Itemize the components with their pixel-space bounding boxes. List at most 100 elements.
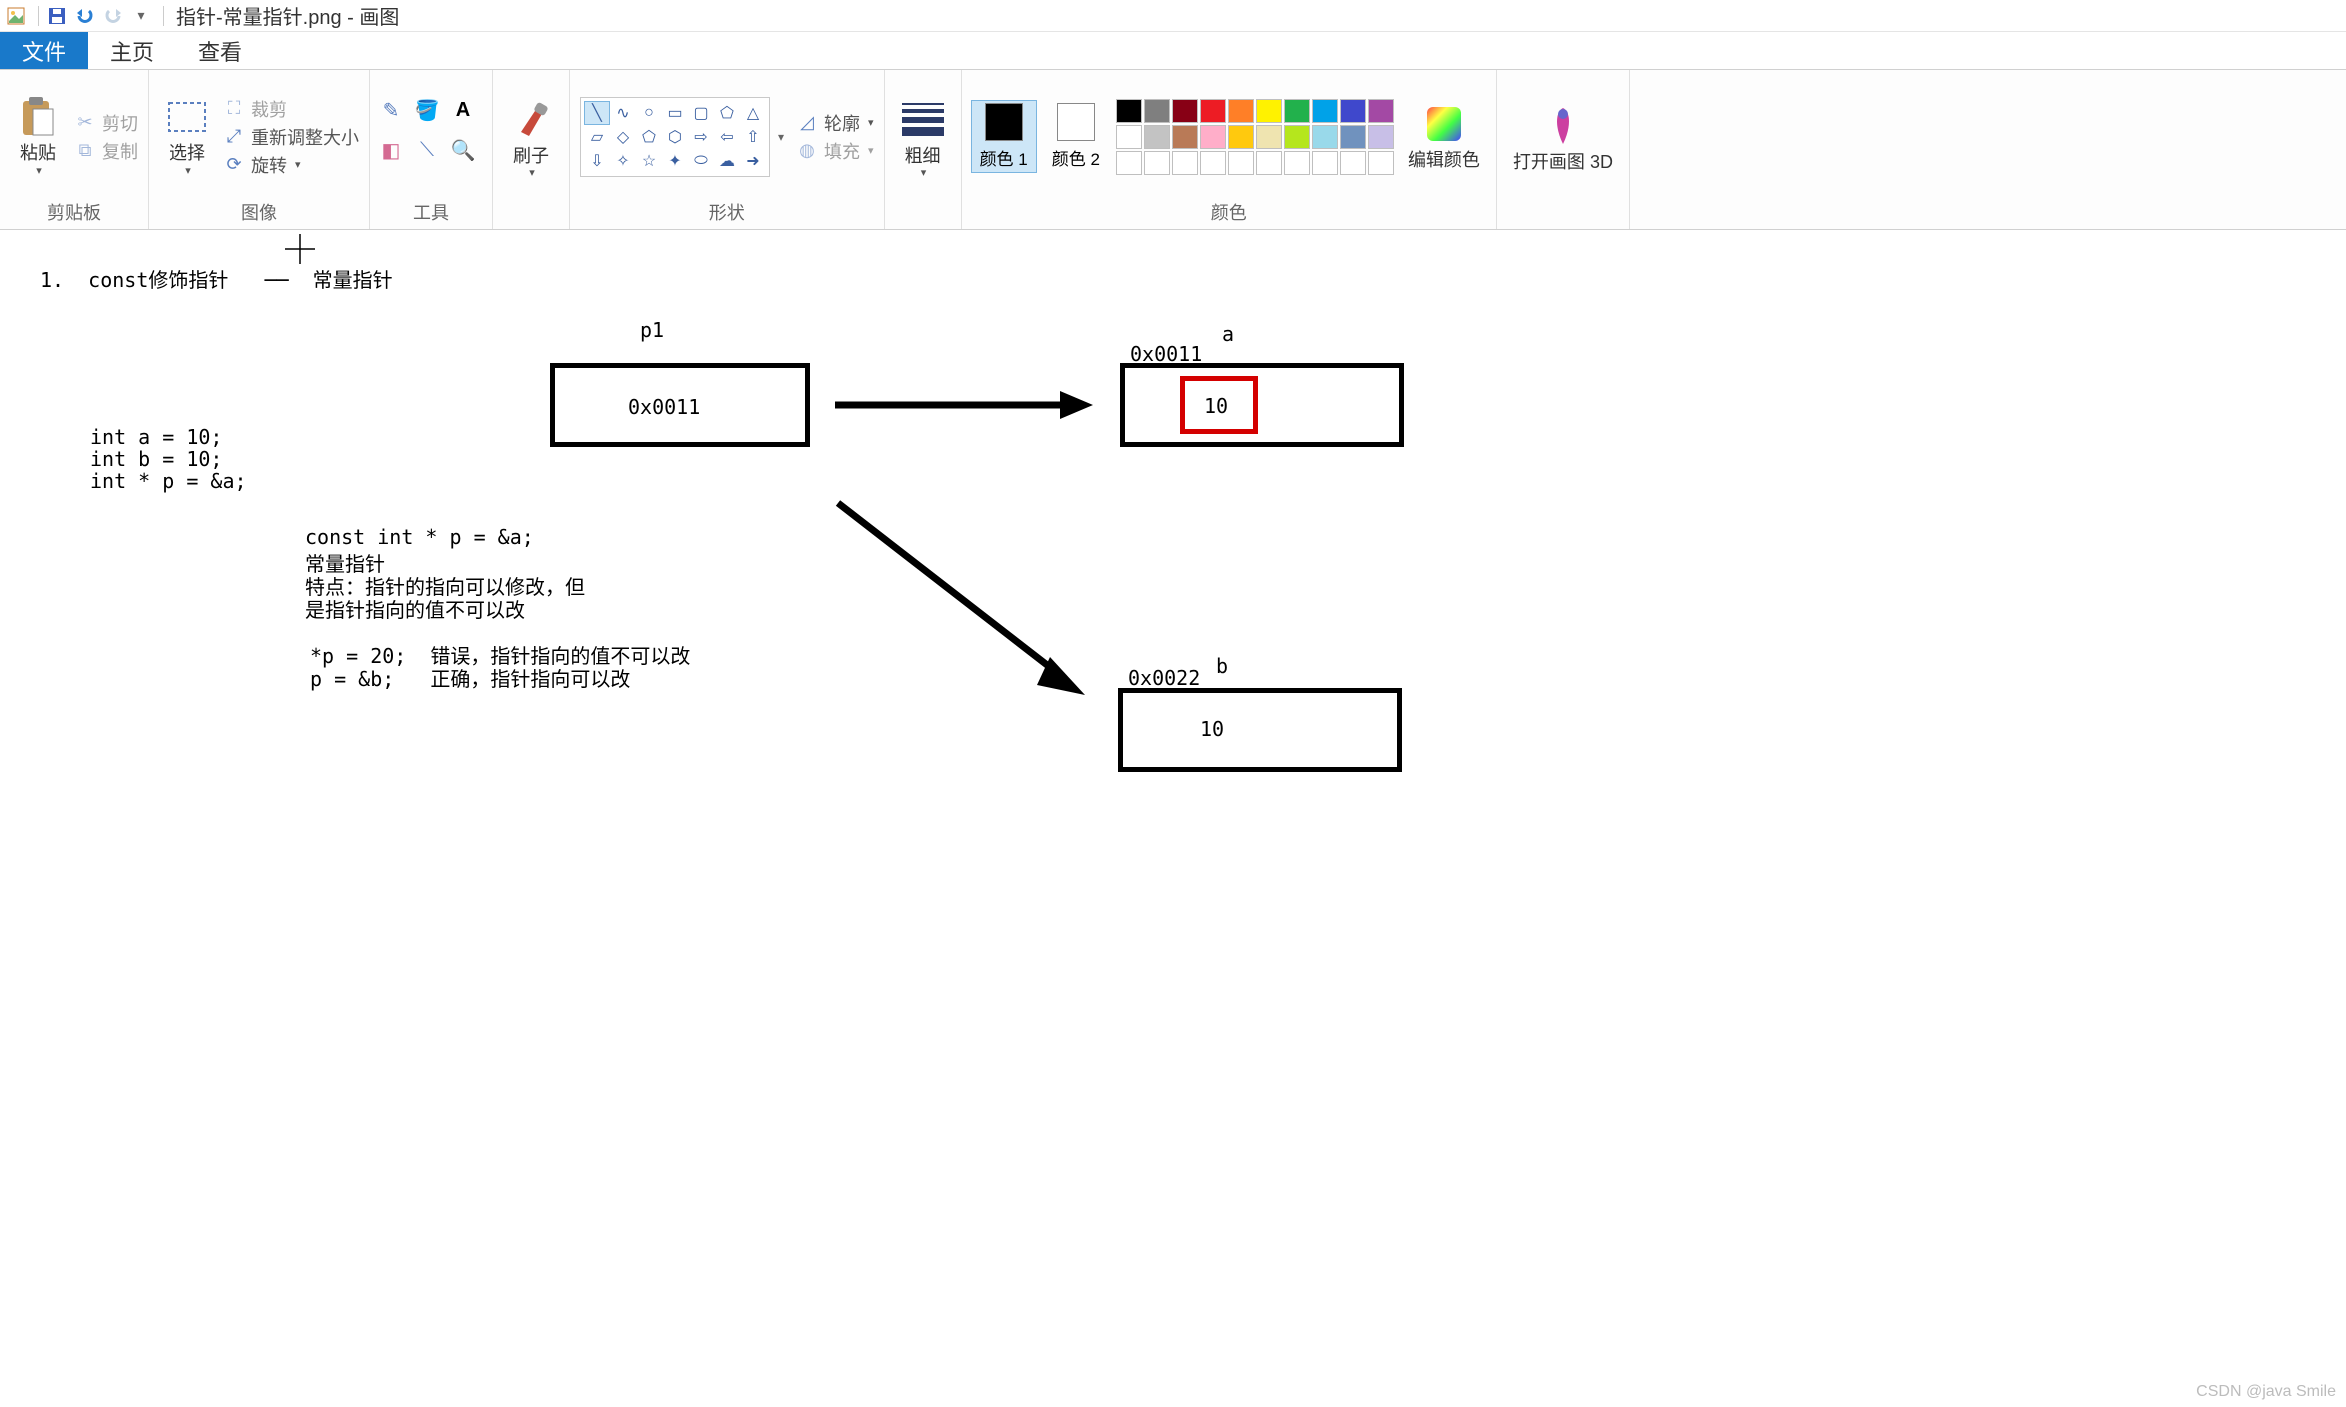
color2-well[interactable]: 颜色 2: [1044, 101, 1108, 172]
color-swatch-empty[interactable]: [1256, 151, 1282, 175]
fill-icon: ◍: [796, 140, 818, 162]
color-swatch[interactable]: [1144, 99, 1170, 123]
color-swatch-empty[interactable]: [1368, 151, 1394, 175]
paste-icon: [16, 95, 60, 139]
shapes-gallery[interactable]: ╲∿○▭▢⬠△ ▱◇⬠⬡⇨⇦⇧ ⇩✧☆✦⬭☁➜: [580, 97, 770, 177]
color-swatch[interactable]: [1116, 99, 1142, 123]
color-swatch[interactable]: [1368, 125, 1394, 149]
cut-icon: ✂: [74, 112, 96, 134]
b-addr: 0x0022: [1128, 666, 1200, 690]
b-value: 10: [1200, 717, 1224, 741]
eraser-icon[interactable]: ◧: [380, 140, 402, 162]
color-swatch-empty[interactable]: [1312, 151, 1338, 175]
color-swatch-empty[interactable]: [1172, 151, 1198, 175]
a-value: 10: [1204, 394, 1228, 418]
b-label: b: [1216, 654, 1228, 678]
color-swatch[interactable]: [1312, 125, 1338, 149]
bucket-icon[interactable]: 🪣: [416, 100, 438, 122]
rotate-button[interactable]: ⟳ 旋转▾: [223, 151, 359, 179]
ribbon-tabs: 文件 主页 查看: [0, 32, 2346, 70]
window-title: 指针-常量指针.png - 画图: [176, 1, 399, 30]
color1-well[interactable]: 颜色 1: [972, 101, 1036, 172]
paste-label: 粘贴: [20, 143, 56, 165]
crop-icon: ⛶: [223, 98, 245, 120]
shapes-more-icon[interactable]: ▾: [778, 74, 784, 199]
b-box: [1118, 688, 1402, 772]
color-swatch[interactable]: [1228, 99, 1254, 123]
color-swatch[interactable]: [1256, 125, 1282, 149]
titlebar: ▾ 指针-常量指针.png - 画图: [0, 0, 2346, 32]
color-swatch[interactable]: [1144, 125, 1170, 149]
cut-button[interactable]: ✂ 剪切: [74, 109, 138, 137]
color-swatch-empty[interactable]: [1200, 151, 1226, 175]
decl-a: int a = 10;: [90, 425, 222, 449]
tab-file[interactable]: 文件: [0, 32, 88, 69]
paint3d-button[interactable]: 打开画图 3D: [1507, 100, 1619, 178]
heading-text: 1. const修饰指针 ── 常量指针: [40, 264, 393, 293]
qat-customize-icon[interactable]: ▾: [129, 4, 153, 28]
brush-icon: [509, 98, 553, 142]
color-swatch[interactable]: [1340, 99, 1366, 123]
outline-icon: ◿: [796, 112, 818, 134]
color-swatch[interactable]: [1200, 125, 1226, 149]
color-swatch[interactable]: [1340, 125, 1366, 149]
fill-button[interactable]: ◍ 填充▾: [796, 137, 874, 165]
color-swatch[interactable]: [1312, 99, 1338, 123]
resize-icon: ⤢: [223, 126, 245, 148]
color-swatch[interactable]: [1172, 99, 1198, 123]
color-swatch-empty[interactable]: [1284, 151, 1310, 175]
resize-button[interactable]: ⤢ 重新调整大小: [223, 123, 359, 151]
size-icon: [901, 98, 945, 142]
group-colors: 颜色 1 颜色 2 编辑颜色 颜色: [962, 70, 1497, 229]
color-swatch-empty[interactable]: [1228, 151, 1254, 175]
picker-icon[interactable]: ⟍: [416, 140, 438, 162]
group-size: 粗细 ▾: [885, 70, 962, 229]
color-swatch[interactable]: [1172, 125, 1198, 149]
color-swatch-empty[interactable]: [1144, 151, 1170, 175]
edit-colors-button[interactable]: 编辑颜色: [1402, 98, 1486, 176]
undo-icon[interactable]: [73, 4, 97, 28]
paint3d-icon: [1541, 104, 1585, 148]
outline-button[interactable]: ◿ 轮廓▾: [796, 109, 874, 137]
crop-button[interactable]: ⛶ 裁剪: [223, 95, 359, 123]
edit-colors-icon: [1422, 102, 1466, 146]
color-swatch[interactable]: [1256, 99, 1282, 123]
color-swatch[interactable]: [1284, 125, 1310, 149]
copy-button[interactable]: ⧉ 复制: [74, 137, 138, 165]
brush-button[interactable]: 刷子 ▾: [503, 94, 559, 185]
color-swatch[interactable]: [1284, 99, 1310, 123]
text-icon[interactable]: A: [452, 100, 474, 122]
color-palette[interactable]: [1116, 99, 1394, 175]
arrow-diag-icon: [830, 495, 1090, 705]
watermark: CSDN @java Smile: [2196, 1383, 2336, 1401]
a-box: [1120, 363, 1404, 447]
pencil-icon[interactable]: ✎: [380, 100, 402, 122]
color-swatch-empty[interactable]: [1116, 151, 1142, 175]
err-line-2: p = &b; 正确，指针指向可以改: [310, 663, 630, 692]
group-image-label: 图像: [159, 199, 359, 229]
color-swatch[interactable]: [1368, 99, 1394, 123]
magnifier-icon[interactable]: 🔍: [452, 140, 474, 162]
tab-view[interactable]: 查看: [176, 32, 264, 69]
app-icon: [4, 4, 28, 28]
color-swatch[interactable]: [1200, 99, 1226, 123]
color-swatch[interactable]: [1116, 125, 1142, 149]
copy-icon: ⧉: [74, 140, 96, 162]
color-swatch[interactable]: [1228, 125, 1254, 149]
canvas[interactable]: 1. const修饰指针 ── 常量指针 int a = 10; int b =…: [0, 230, 2346, 1407]
size-button[interactable]: 粗细 ▾: [895, 94, 951, 185]
tab-home[interactable]: 主页: [88, 32, 176, 69]
const-decl: const int * p = &a;: [305, 525, 534, 549]
p1-value: 0x0011: [628, 395, 700, 419]
group-brush: 刷子 ▾: [493, 70, 570, 229]
group-colors-label: 颜色: [972, 199, 1486, 229]
save-icon[interactable]: [45, 4, 69, 28]
paste-button[interactable]: 粘贴 ▾: [10, 91, 66, 182]
redo-icon[interactable]: [101, 4, 125, 28]
const-feature-2: 是指针指向的值不可以改: [305, 594, 525, 623]
select-button[interactable]: 选择 ▾: [159, 91, 215, 182]
group-shapes: ╲∿○▭▢⬠△ ▱◇⬠⬡⇨⇦⇧ ⇩✧☆✦⬭☁➜ ▾ ◿ 轮廓▾ ◍ 填充▾ 形状: [570, 70, 885, 229]
rotate-icon: ⟳: [223, 154, 245, 176]
color-swatch-empty[interactable]: [1340, 151, 1366, 175]
group-paint3d: 打开画图 3D: [1497, 70, 1630, 229]
